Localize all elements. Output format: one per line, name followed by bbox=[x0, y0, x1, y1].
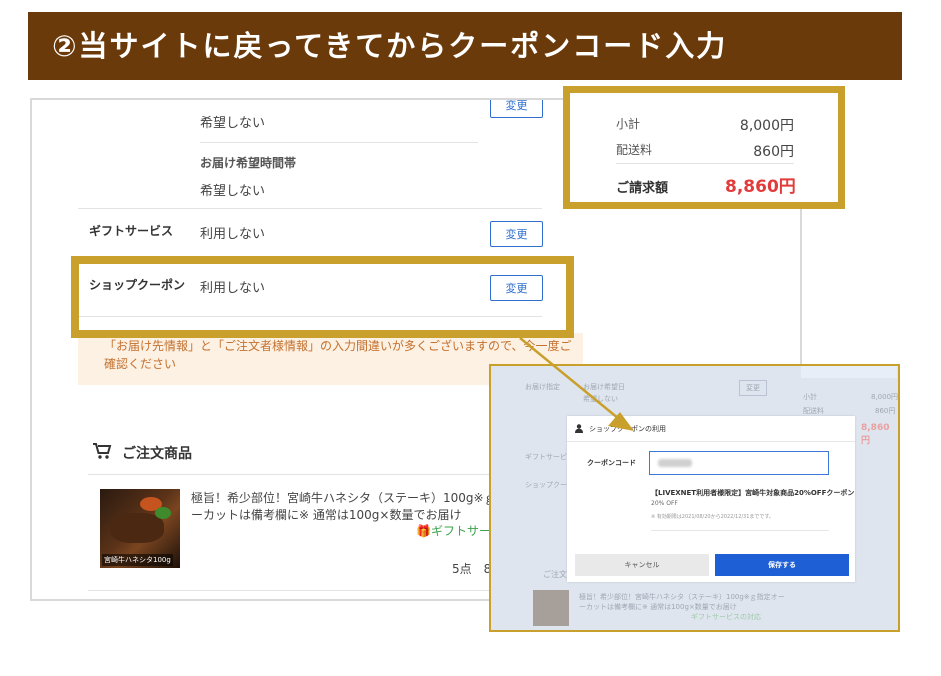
gift-icon: 🎁 bbox=[416, 524, 431, 538]
divider bbox=[651, 530, 829, 531]
shipping-row: 配送料 860円 bbox=[616, 141, 794, 160]
gift-service-label: ギフトサービス bbox=[89, 224, 174, 238]
bg-total-value: 8,860円 bbox=[861, 423, 890, 446]
user-icon bbox=[575, 424, 583, 433]
coupon-code-input[interactable] bbox=[649, 451, 829, 475]
cart-icon bbox=[93, 443, 112, 459]
subtotal-value: 8,000円 bbox=[739, 118, 794, 134]
bg-delivery-value: 希望しない bbox=[583, 395, 618, 403]
step-banner: ②当サイトに戻ってきてからクーポンコード入力 bbox=[28, 12, 902, 80]
product-image[interactable]: 宮崎牛ハネシタ100g bbox=[100, 489, 180, 568]
coupon-row-highlight bbox=[71, 256, 574, 338]
bg-subtotal-value: 8,000円 bbox=[871, 393, 899, 401]
coupon-discount: 20% OFF bbox=[651, 500, 678, 507]
coupon-modal-screenshot: お届け指定 お届け希望日 希望しない 変更 小計 8,000円 配送料 860円… bbox=[489, 364, 900, 632]
bg-delivery-label: お届け指定 bbox=[525, 383, 560, 391]
bg-change-button: 変更 bbox=[739, 380, 767, 396]
bg-subtotal-label: 小計 bbox=[803, 393, 817, 401]
step-title: ②当サイトに戻ってきてからクーポンコード入力 bbox=[52, 29, 728, 63]
gift-service-value: 利用しない bbox=[200, 227, 266, 242]
coupon-code-label: クーポンコード bbox=[587, 459, 636, 467]
leaf-shape bbox=[155, 507, 171, 519]
bg-delivery-time: お届け希望日 bbox=[583, 383, 625, 391]
shipping-label: 配送料 bbox=[616, 143, 653, 157]
product-name-line2: ーカットは備考欄に※ 通常は100g×数量でお届け bbox=[191, 508, 462, 522]
divider bbox=[88, 590, 548, 591]
total-value: 8,860円 bbox=[725, 177, 796, 197]
delivery-time-label: お届け希望時間帯 bbox=[200, 156, 297, 170]
bg-product-line1: 極旨！希少部位！宮崎牛ハネシタ（ステーキ）100g※ｇ指定オー bbox=[579, 593, 785, 601]
coupon-name: 【LIVEXNET利用者様限定】宮崎牛対象商品20%OFFクーポン bbox=[651, 489, 855, 497]
product-image-caption: 宮崎牛ハネシタ100g bbox=[102, 554, 173, 566]
steak-shape bbox=[110, 513, 164, 543]
bg-product-line2: ーカットは備考欄に※ 通常は100g×数量でお届け bbox=[579, 603, 737, 611]
divider bbox=[567, 441, 855, 442]
divider bbox=[88, 474, 548, 475]
cancel-button[interactable]: キャンセル bbox=[575, 554, 709, 576]
dialog-title: ショップクーポンの利用 bbox=[589, 425, 666, 433]
total-label: ご請求額 bbox=[616, 181, 669, 196]
product-name-line1[interactable]: 極旨！希少部位！宮崎牛ハネシタ（ステーキ）100g※ｇ指定オ bbox=[191, 489, 532, 506]
divider bbox=[78, 208, 542, 209]
divider bbox=[616, 163, 794, 164]
bg-product-image bbox=[533, 590, 569, 626]
change-delivery-button[interactable]: 変更 bbox=[490, 100, 543, 118]
subtotal-label: 小計 bbox=[616, 117, 641, 131]
divider bbox=[200, 142, 478, 143]
coupon-period: ※ 有効期限は2021/08/20から2022/12/31までです。 bbox=[651, 514, 774, 520]
bg-gift-link: ギフトサービスの対応 bbox=[691, 613, 761, 621]
order-summary-highlight: 小計 8,000円 配送料 860円 ご請求額 8,860円 bbox=[563, 86, 845, 209]
coupon-dialog: ショップクーポンの利用 クーポンコード 【LIVEXNET利用者様限定】宮崎牛対… bbox=[567, 416, 855, 582]
change-gift-button[interactable]: 変更 bbox=[490, 221, 543, 247]
bg-shipping-label: 配送料 bbox=[803, 407, 824, 415]
bg-summary-top bbox=[801, 366, 897, 378]
shipping-value: 860円 bbox=[753, 144, 794, 160]
blurred-code bbox=[658, 459, 692, 467]
delivery-date-value: 希望しない bbox=[200, 116, 266, 131]
bg-shipping-value: 860円 bbox=[875, 407, 896, 415]
save-button[interactable]: 保存する bbox=[715, 554, 849, 576]
order-items-title: ご注文商品 bbox=[122, 446, 192, 462]
delivery-time-value: 希望しない bbox=[200, 184, 266, 199]
subtotal-row: 小計 8,000円 bbox=[616, 115, 794, 134]
tutorial-screenshot: ②当サイトに戻ってきてからクーポンコード入力 変更 希望しない お届け希望時間帯… bbox=[0, 0, 941, 676]
